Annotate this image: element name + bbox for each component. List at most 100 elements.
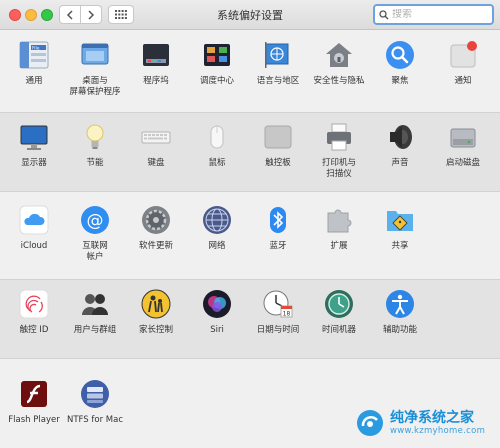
pane-displays[interactable]: 显示器 xyxy=(4,121,64,169)
pane-label: 语言与地区 xyxy=(256,76,300,86)
puzzle-piece-icon xyxy=(323,204,355,236)
pane-label: 通知 xyxy=(454,76,472,86)
pane-label: Flash Player xyxy=(8,415,60,425)
fingerprint-icon xyxy=(18,288,50,320)
pane-label: 网络 xyxy=(208,241,226,251)
svg-text:18: 18 xyxy=(283,311,291,318)
parental-controls-icon xyxy=(140,288,172,320)
maximize-window-button[interactable] xyxy=(41,9,53,21)
ntfs-icon xyxy=(79,378,111,410)
pane-touch-id[interactable]: 触控 ID xyxy=(4,288,64,336)
pane-sound[interactable]: 声音 xyxy=(370,121,430,169)
watermark: 纯净系统之家 www.kzmyhome.com xyxy=(355,404,495,442)
pane-bluetooth[interactable]: 蓝牙 xyxy=(248,204,308,252)
mouse-icon xyxy=(201,121,233,153)
pane-desktop[interactable]: 桌面与 屏幕保护程序 xyxy=(65,39,125,98)
pane-label: 通用 xyxy=(25,76,43,86)
pane-trackpad[interactable]: 触控板 xyxy=(248,121,308,169)
pane-label: 节能 xyxy=(86,158,104,168)
notifications-icon xyxy=(447,39,479,71)
pane-date-time[interactable]: 18 日期与时间 xyxy=(248,288,308,336)
pane-label: 日期与时间 xyxy=(256,325,300,335)
pane-ntfs-for-mac[interactable]: NTFS for Mac xyxy=(65,378,125,426)
pane-label: 触控 ID xyxy=(19,325,49,335)
other-section: Flash Player NTFS for Mac 纯净系统之家 www.kzm… xyxy=(0,364,500,448)
pane-language[interactable]: 语言与地区 xyxy=(248,39,308,87)
pane-network[interactable]: 网络 xyxy=(187,204,247,252)
pane-spotlight[interactable]: 聚焦 xyxy=(370,39,430,87)
pane-label: 蓝牙 xyxy=(269,241,287,251)
pane-label: 互联网 帐户 xyxy=(82,241,108,262)
pane-label: 时间机器 xyxy=(321,325,356,335)
pane-time-machine[interactable]: 时间机器 xyxy=(309,288,369,336)
pane-sharing[interactable]: 共享 xyxy=(370,204,430,252)
close-window-button[interactable] xyxy=(9,9,21,21)
pane-label: 扩展 xyxy=(330,241,348,251)
pane-startup-disk[interactable]: 启动磁盘 xyxy=(433,121,493,169)
pane-keyboard[interactable]: 键盘 xyxy=(126,121,186,169)
bluetooth-icon xyxy=(262,204,294,236)
pane-label: 共享 xyxy=(391,241,409,251)
show-all-button[interactable] xyxy=(108,5,134,24)
pane-label: 桌面与 屏幕保护程序 xyxy=(69,76,121,97)
pane-internet-accounts[interactable]: @ 互联网 帐户 xyxy=(65,204,125,263)
pane-label: 家长控制 xyxy=(138,325,173,335)
pane-extensions[interactable]: 扩展 xyxy=(309,204,369,252)
desktop-screensaver-icon xyxy=(79,39,111,71)
siri-icon xyxy=(201,288,233,320)
pane-dock[interactable]: 程序坞 xyxy=(126,39,186,87)
pane-security[interactable]: 安全性与隐私 xyxy=(309,39,369,87)
keyboard-icon xyxy=(140,121,172,153)
pane-printers[interactable]: 打印机与 扫描仪 xyxy=(309,121,369,180)
svg-text:File: File xyxy=(32,46,40,52)
pane-label: 软件更新 xyxy=(138,241,173,251)
pane-label: 调度中心 xyxy=(199,76,234,86)
icloud-icon xyxy=(18,204,50,236)
chevron-left-icon xyxy=(66,9,73,20)
back-button[interactable] xyxy=(59,5,81,24)
pane-general[interactable]: File 通用 xyxy=(4,39,64,87)
minimize-window-button[interactable] xyxy=(25,9,37,21)
search-field[interactable] xyxy=(373,4,494,25)
pane-software-update[interactable]: 软件更新 xyxy=(126,204,186,252)
system-section: 触控 ID 用户与群组 家长控制 Siri 18 日期与时间 时间机器 辅助功能 xyxy=(0,279,500,359)
pane-parental-controls[interactable]: 家长控制 xyxy=(126,288,186,336)
watermark-url: www.kzmyhome.com xyxy=(390,426,486,436)
pane-icloud[interactable]: iCloud xyxy=(4,204,64,252)
pane-siri[interactable]: Siri xyxy=(187,288,247,336)
search-icon xyxy=(379,9,389,19)
pane-label: 启动磁盘 xyxy=(445,158,480,168)
internet-section: iCloud @ 互联网 帐户 软件更新 网络 蓝牙 扩展 共享 xyxy=(0,196,500,273)
window-title: 系统偏好设置 xyxy=(217,9,283,22)
pane-notifications[interactable]: 通知 xyxy=(433,39,493,87)
users-icon xyxy=(79,288,111,320)
pane-label: 触控板 xyxy=(265,158,291,168)
pane-label: 辅助功能 xyxy=(382,325,417,335)
time-machine-icon xyxy=(323,288,355,320)
pane-mouse[interactable]: 鼠标 xyxy=(187,121,247,169)
pane-label: 安全性与隐私 xyxy=(313,76,365,86)
pane-label: 显示器 xyxy=(21,158,47,168)
pane-label: 键盘 xyxy=(147,158,165,168)
at-sign-icon: @ xyxy=(79,204,111,236)
flash-player-icon xyxy=(18,378,50,410)
pane-label: 程序坞 xyxy=(143,76,169,86)
pane-mission-control[interactable]: 调度中心 xyxy=(187,39,247,87)
forward-button[interactable] xyxy=(80,5,102,24)
shared-folder-icon xyxy=(384,204,416,236)
clock-icon: 18 xyxy=(262,288,294,320)
pane-label: iCloud xyxy=(20,241,48,251)
pane-flash-player[interactable]: Flash Player xyxy=(4,378,64,426)
display-icon xyxy=(18,121,50,153)
search-input[interactable] xyxy=(392,9,492,20)
hardware-section: 显示器 节能 键盘 鼠标 触控板 打印机与 扫描仪 声音 启动磁盘 xyxy=(0,112,500,192)
pane-accessibility[interactable]: 辅助功能 xyxy=(370,288,430,336)
pane-label: 鼠标 xyxy=(208,158,226,168)
pane-label: 声音 xyxy=(391,158,409,168)
grid-icon xyxy=(115,10,127,19)
pane-label: Siri xyxy=(210,325,224,335)
pane-users-groups[interactable]: 用户与群组 xyxy=(65,288,125,336)
pane-label: 聚焦 xyxy=(391,76,409,86)
general-icon: File xyxy=(18,39,50,71)
pane-energy[interactable]: 节能 xyxy=(65,121,125,169)
